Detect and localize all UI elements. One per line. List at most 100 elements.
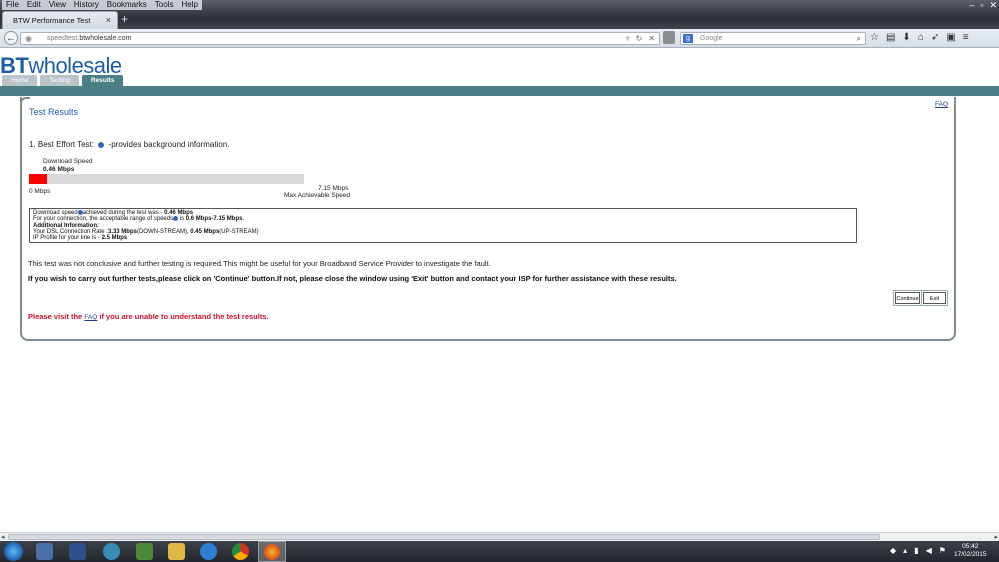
url-bar[interactable]: ◉ speedtest.btwholesale.com ▿ ↻ ✕ [20,32,660,45]
close-window-icon[interactable]: ✕ [989,0,997,10]
tab-results[interactable]: Results [81,75,124,86]
menu-history[interactable]: History [69,0,103,10]
internet-explorer-icon[interactable] [200,543,217,560]
info-icon[interactable] [98,141,105,148]
stop-icon[interactable]: ✕ [648,34,655,43]
start-button-icon[interactable] [4,542,23,561]
folder-icon[interactable] [168,543,185,560]
inconclusive-message: This test was not conclusive and further… [28,259,491,268]
scale-max: 7.15 Mbps [318,185,349,192]
home-icon[interactable]: ⌂ [918,31,924,45]
back-icon[interactable]: ← [4,31,18,45]
page-title: Test Results [29,107,79,117]
url-tail: ▿ ↻ ✕ [626,34,655,43]
download-speed-value: 0.46 Mbps [43,166,75,173]
menu-file[interactable]: File [2,0,23,10]
system-tray: ◆ ▴ ▮ ◀ ⚑ [890,543,946,559]
browser-tab[interactable]: BTW Performance Test × [2,11,118,29]
detail-text: (DOWN-STREAM), [136,228,191,235]
detail-text: Your DSL Connection Rate : [33,228,108,235]
continue-button[interactable]: Continue [893,290,922,306]
url-text[interactable]: speedtest.btwholesale.com [47,35,131,42]
detail-text: (UP-STREAM) [219,228,259,235]
toolbar-icons: ☆ ▤ ⬇ ⌂ ➶ ▣ ≡ [870,31,969,45]
system-clock[interactable]: 05:42 17/02/2015 [954,543,987,559]
chrome-icon[interactable] [232,543,249,560]
search-icon[interactable]: ⌕ [857,34,861,44]
detail-text: achieved during the test was - [82,210,165,217]
minimize-icon[interactable]: – [969,0,974,10]
detail-value: 0.6 Mbps-7.15 Mbps [185,216,243,223]
extension-icon[interactable] [663,31,675,44]
bookmarks-list-icon[interactable]: ▤ [886,31,895,45]
new-tab-icon[interactable]: + [121,12,128,26]
maximize-icon[interactable]: ▫ [980,0,983,10]
app-arrow-icon[interactable] [69,543,86,560]
bookmark-star-icon[interactable]: ☆ [870,31,879,45]
faq-visit-message: Please visit the FAQ if you are unable t… [28,312,269,321]
firefox-taskbar-item[interactable] [258,541,286,562]
speed-meter-fill [29,174,47,184]
search-engine-icon[interactable]: g [683,34,693,43]
url-domain: btwholesale.com [79,34,132,42]
network-status-icon[interactable]: ▮ [914,543,918,559]
menu-view[interactable]: View [44,0,70,10]
download-icon[interactable]: ⬇ [902,31,910,45]
globe-icon: ◉ [25,34,32,43]
tab-close-icon[interactable]: × [106,15,111,25]
detail-text: . [242,216,245,223]
exit-button[interactable]: Exit [921,290,948,306]
tab-testing[interactable]: Testing [40,75,79,86]
share-icon[interactable]: ➶ [931,31,939,45]
menu-help[interactable]: Help [177,0,202,10]
reload-icon[interactable]: ↻ [636,34,643,43]
faq-link[interactable]: FAQ [935,101,948,108]
visit-prefix: Please visit the [28,312,85,321]
search-input[interactable]: Google [700,35,723,42]
clock-date: 17/02/2015 [954,551,987,558]
search-bar[interactable]: g Google ⌕ [680,32,866,45]
show-hidden-icons-icon[interactable]: ▴ [903,543,907,559]
results-details-box: Download speed achieved during the test w… [29,208,857,243]
tray-app-icon[interactable]: ◆ [890,543,896,559]
action-center-icon[interactable]: ⚑ [939,543,946,559]
taskbar: ◆ ▴ ▮ ◀ ⚑ 05:42 17/02/2015 [0,541,999,562]
panel-corner [20,97,30,107]
section-heading-prefix: 1. Best Effort Test: [29,140,95,149]
site-nav-tabs: Home Testing Results [2,75,124,86]
detail-text: IP Profile for your line is - [33,234,102,241]
faq-inline-link[interactable]: FAQ [84,314,97,321]
network-app-icon[interactable] [103,543,120,560]
scroll-left-icon[interactable]: ◂ [1,533,5,541]
menu-tools[interactable]: Tools [150,0,178,10]
menu-bookmarks[interactable]: Bookmarks [102,0,151,10]
scroll-right-icon[interactable]: ▸ [994,533,998,541]
spreadsheet-icon[interactable] [136,543,153,560]
browser-title-bar: File Edit View History Bookmarks Tools H… [0,0,999,30]
scrollbar-thumb[interactable] [8,534,880,540]
instruction-message: If you wish to carry out further tests,p… [28,274,677,283]
clock-time: 05:42 [962,543,979,550]
visit-suffix: if you are unable to understand the test… [97,312,269,321]
dropdown-icon[interactable]: ▿ [626,34,630,43]
download-speed-label: Download Speed [43,158,93,165]
section-heading: 1. Best Effort Test: -provides backgroun… [29,140,230,149]
tab-title: BTW Performance Test [13,16,91,25]
menu-edit[interactable]: Edit [22,0,45,10]
scale-max-label: Max Achievable Speed [284,192,351,199]
window-controls: – ▫ ✕ [969,0,997,10]
volume-icon[interactable]: ◀ [926,543,932,559]
detail-line-ip-profile: IP Profile for your line is - 2.5 Mbps [33,235,853,241]
detail-value: 0.46 Mbps [164,210,194,217]
menu-icon[interactable]: ≡ [963,31,969,45]
detail-value: 3.33 Mbps [107,228,137,235]
bt-wholesale-logo: BTwholesale [0,55,122,77]
firefox-icon [264,544,280,560]
media-player-icon[interactable] [36,543,53,560]
scale-min: 0 Mbps [29,188,51,195]
addon-icon[interactable]: ▣ [946,31,955,45]
detail-text: Download speed [33,210,78,217]
tab-home[interactable]: Home [2,75,38,86]
section-heading-suffix: -provides background information. [108,140,230,149]
speed-meter [29,174,304,184]
